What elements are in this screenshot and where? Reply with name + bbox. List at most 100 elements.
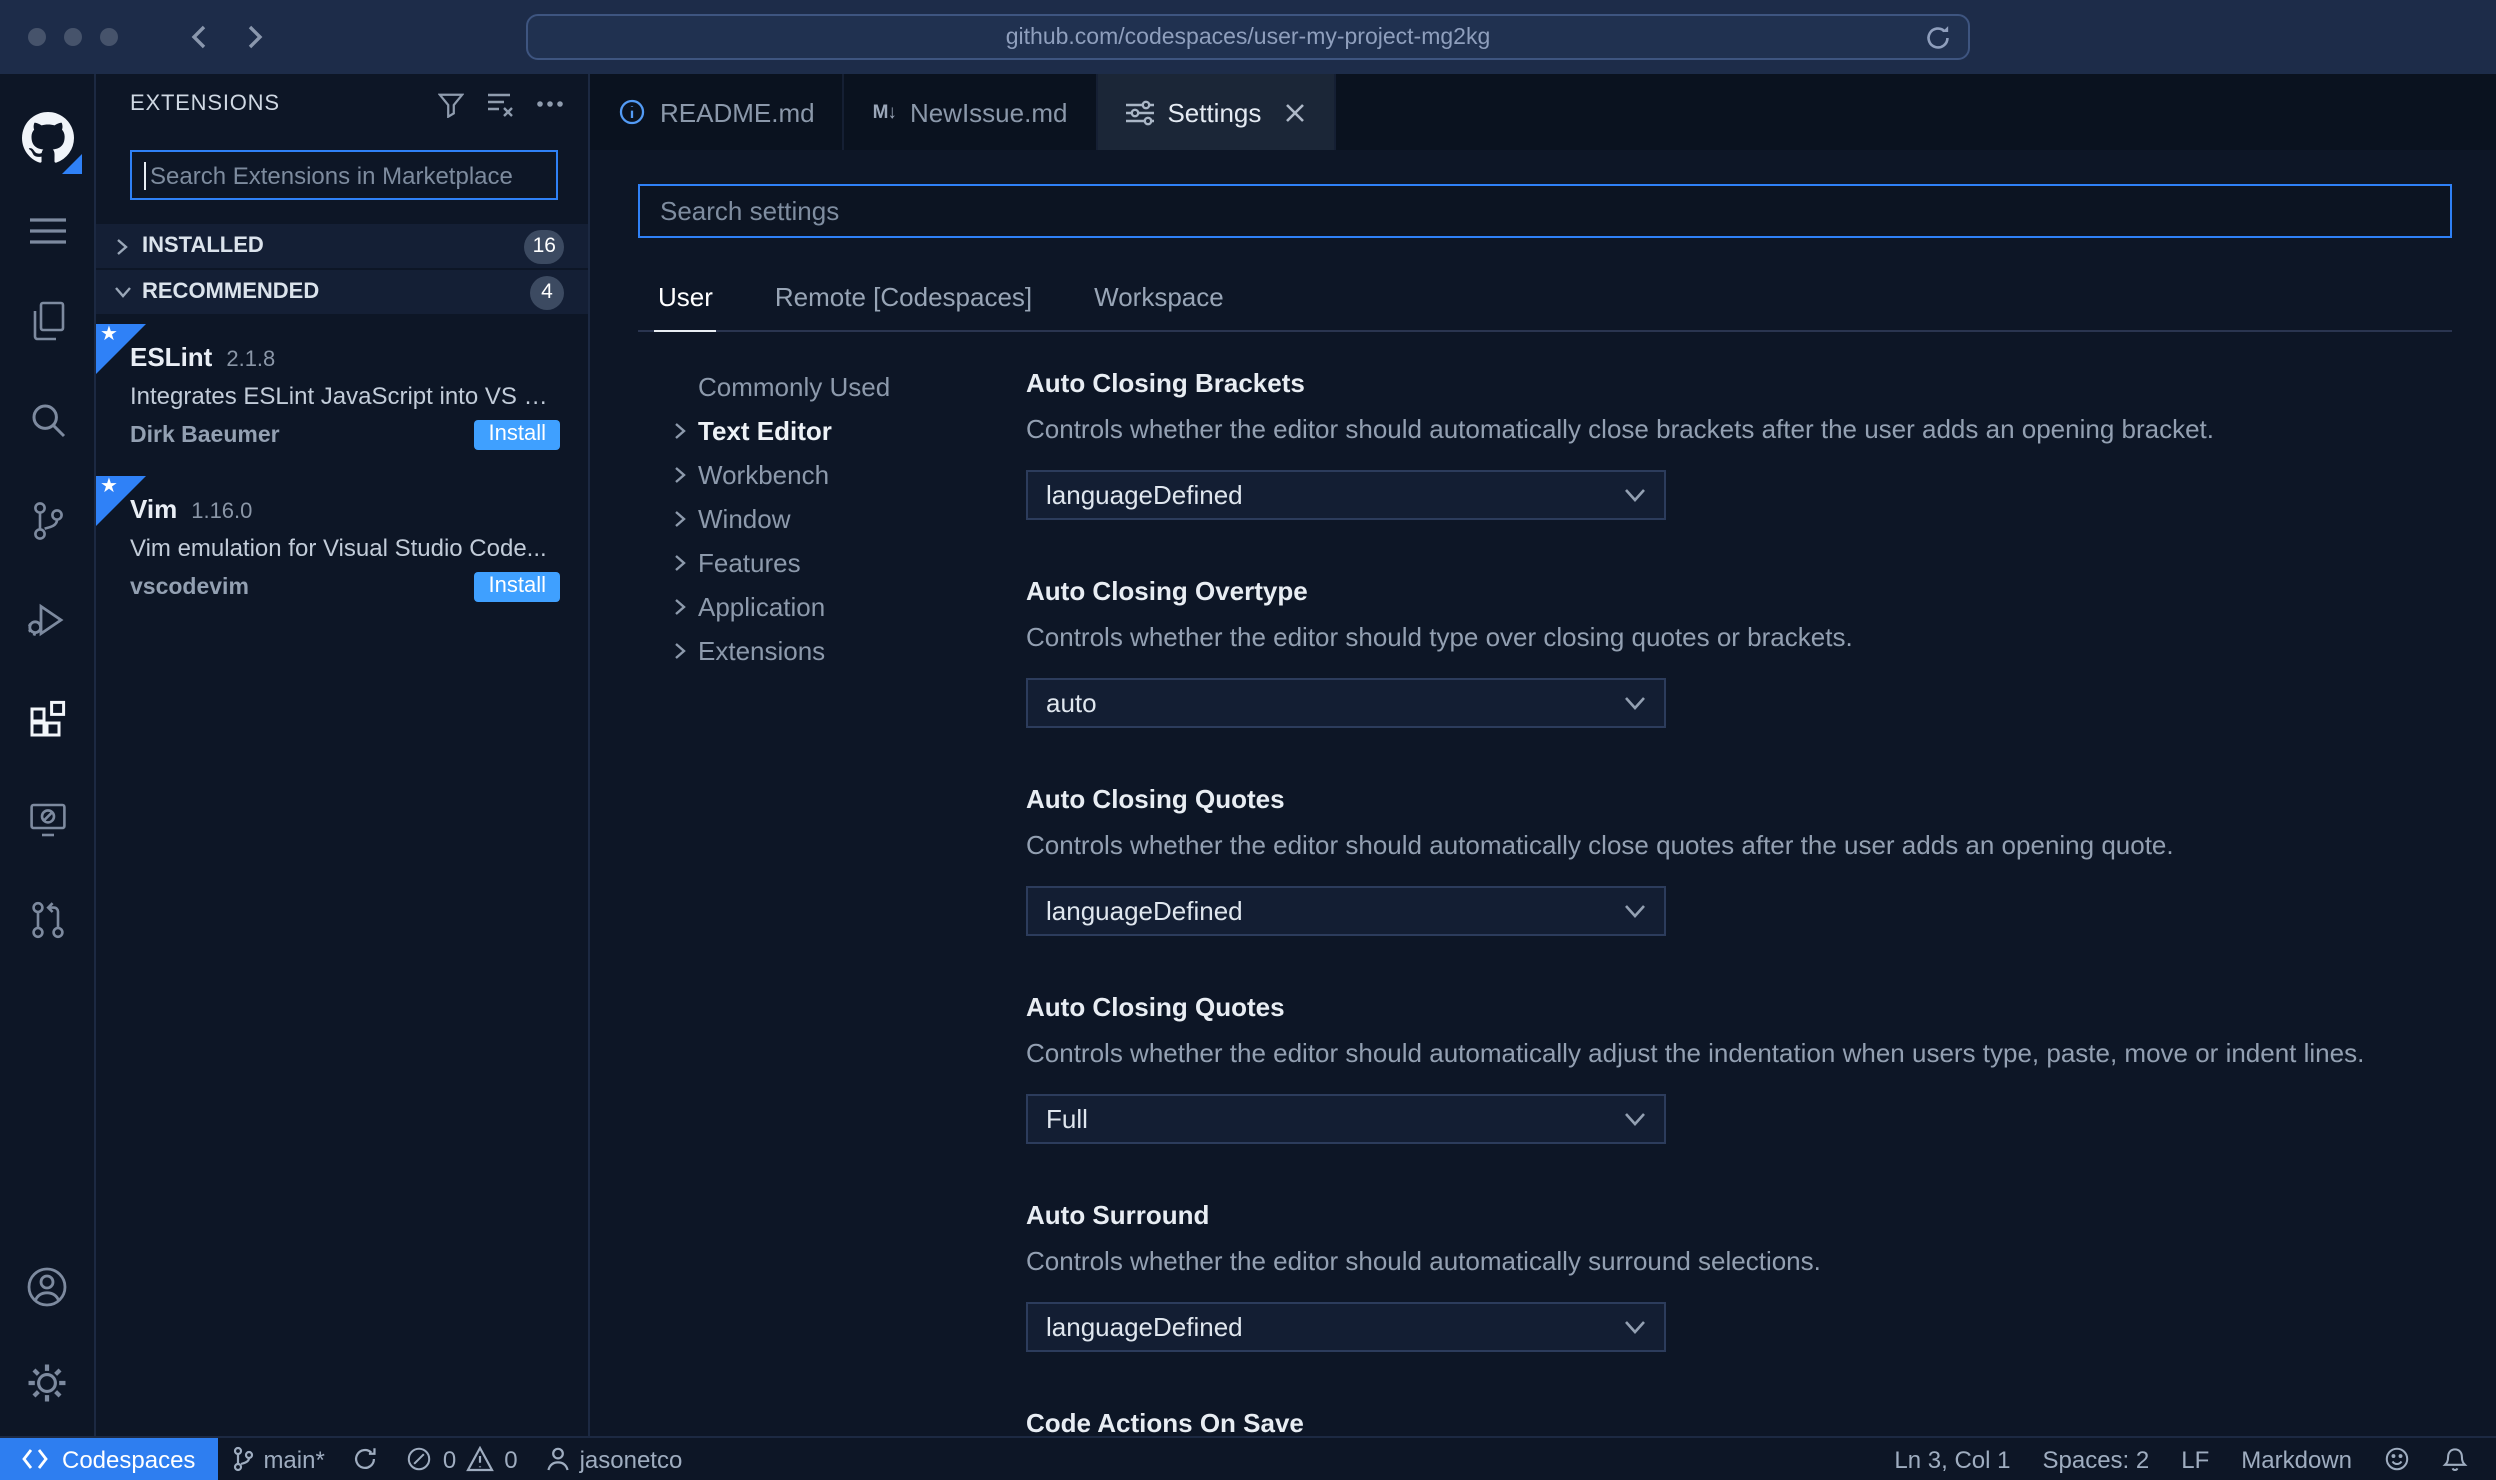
section-label: RECOMMENDED <box>142 280 320 304</box>
more-actions-button[interactable] <box>536 100 564 108</box>
chevron-right-icon <box>666 641 692 659</box>
section-installed[interactable]: INSTALLED 16 <box>96 224 588 268</box>
reload-button[interactable] <box>1924 24 1952 52</box>
sync-icon <box>355 1448 377 1469</box>
forward-button[interactable] <box>226 11 282 63</box>
menu-button[interactable] <box>0 190 95 270</box>
toc-features[interactable]: Features <box>666 540 1026 584</box>
tab-readme[interactable]: README.md <box>590 74 845 150</box>
section-label: INSTALLED <box>142 234 264 258</box>
toc-label: Window <box>698 503 791 533</box>
account-icon <box>27 1266 67 1306</box>
extensions-search-input[interactable]: Search Extensions in Marketplace <box>130 150 558 200</box>
sync-button[interactable] <box>339 1438 393 1480</box>
person-icon <box>546 1447 569 1471</box>
feedback-button[interactable] <box>2368 1438 2426 1480</box>
section-recommended[interactable]: RECOMMENDED 4 <box>96 270 588 314</box>
sidebar-item-source-control[interactable] <box>0 470 95 570</box>
toc-application[interactable]: Application <box>666 584 1026 628</box>
tab-newissue[interactable]: M↓ NewIssue.md <box>844 74 1098 150</box>
window-control-dot[interactable] <box>64 28 82 46</box>
cursor-position-button[interactable]: Ln 3, Col 1 <box>1878 1438 2026 1480</box>
notifications-button[interactable] <box>2426 1438 2484 1480</box>
close-icon[interactable] <box>1283 101 1305 123</box>
setting-description: Controls whether the editor should type … <box>1026 622 1853 652</box>
back-button[interactable] <box>170 11 226 63</box>
url-bar[interactable]: github.com/codespaces/user-my-project-mg… <box>526 14 1970 60</box>
remote-explorer-icon <box>29 803 65 837</box>
chevron-down-icon <box>1624 488 1646 502</box>
setting-auto-closing-brackets: Auto Closing Brackets Controls whether t… <box>1026 368 2452 520</box>
toc-text-editor[interactable]: Text Editor <box>666 408 1026 452</box>
filter-button[interactable] <box>438 91 464 117</box>
setting-auto-closing-overtype: Auto Closing Overtype Controls whether t… <box>1026 576 2452 728</box>
scope-remote-codespaces[interactable]: Remote [Codespaces] <box>771 268 1036 330</box>
extension-name: ESLint <box>130 342 213 372</box>
dropdown-value: languageDefined <box>1046 896 1243 926</box>
toc-window[interactable]: Window <box>666 496 1026 540</box>
setting-code-actions-on-save: Code Actions On Save <box>1026 1408 2452 1436</box>
extension-item-eslint[interactable]: ★ ESLint 2.1.8 Integrates ESLint JavaScr… <box>96 324 588 468</box>
manage-gear-button[interactable] <box>0 1336 95 1436</box>
run-debug-icon <box>27 603 64 637</box>
extensions-sidebar: EXTENSIONS Search Extensions in Marketpl… <box>96 74 590 1436</box>
sidebar-item-explorer[interactable] <box>0 270 95 370</box>
window-control-dot[interactable] <box>100 28 118 46</box>
install-button[interactable]: Install <box>474 572 560 602</box>
settings-scope-tabs: User Remote [Codespaces] Workspace <box>638 268 2452 332</box>
extension-version: 1.16.0 <box>191 500 253 524</box>
toc-label: Features <box>698 547 801 577</box>
problems-button[interactable]: 0 0 <box>393 1438 532 1480</box>
clear-list-icon <box>488 92 513 116</box>
scope-user[interactable]: User <box>654 268 717 332</box>
toc-workbench[interactable]: Workbench <box>666 452 1026 496</box>
extensions-search-placeholder: Search Extensions in Marketplace <box>150 161 513 189</box>
toc-commonly-used[interactable]: Commonly Used <box>666 364 1026 408</box>
dropdown-value: languageDefined <box>1046 1312 1243 1342</box>
sidebar-item-search[interactable] <box>0 370 95 470</box>
sidebar-item-pull-requests[interactable] <box>0 870 95 970</box>
warning-count: 0 <box>504 1445 518 1473</box>
setting-dropdown[interactable]: languageDefined <box>1026 470 1666 520</box>
settings-search-input[interactable]: Search settings <box>638 184 2452 238</box>
sidebar-item-remote-explorer[interactable] <box>0 770 95 870</box>
window-control-dot[interactable] <box>28 28 46 46</box>
settings-sliders-icon <box>1125 99 1154 125</box>
chevron-right-icon <box>666 465 692 483</box>
setting-auto-closing-quotes: Auto Closing Quotes Controls whether the… <box>1026 784 2452 936</box>
tab-settings[interactable]: Settings <box>1097 74 1336 150</box>
url-text: github.com/codespaces/user-my-project-mg… <box>1005 25 1491 49</box>
codespaces-label: Codespaces <box>62 1445 196 1473</box>
editor-tabs: README.md M↓ NewIssue.md Settings <box>590 74 2496 150</box>
branch-button[interactable]: main* <box>217 1438 338 1480</box>
scope-workspace[interactable]: Workspace <box>1090 268 1228 330</box>
language-mode-button[interactable]: Markdown <box>2225 1438 2368 1480</box>
install-button[interactable]: Install <box>474 420 560 450</box>
settings-search-placeholder: Search settings <box>660 196 840 226</box>
feedback-smiley-icon <box>2385 1447 2409 1471</box>
indentation-button[interactable]: Spaces: 2 <box>2027 1438 2166 1480</box>
setting-dropdown[interactable]: languageDefined <box>1026 1302 1666 1352</box>
codespaces-button[interactable]: Codespaces <box>0 1438 218 1480</box>
setting-dropdown[interactable]: Full <box>1026 1094 1666 1144</box>
user-status-button[interactable]: jasonetco <box>532 1438 697 1480</box>
clear-search-results-button[interactable] <box>486 91 514 117</box>
sidebar-item-extensions[interactable] <box>0 670 95 770</box>
pull-request-icon <box>31 901 63 939</box>
setting-dropdown[interactable]: languageDefined <box>1026 886 1666 936</box>
section-count-badge: 4 <box>530 275 564 309</box>
ellipsis-icon <box>537 101 563 107</box>
eol-button[interactable]: LF <box>2165 1438 2225 1480</box>
setting-auto-surround: Auto Surround Controls whether the edito… <box>1026 1200 2452 1352</box>
chevron-right-icon <box>247 25 262 49</box>
chevron-down-icon <box>1624 904 1646 918</box>
sidebar-item-run-debug[interactable] <box>0 570 95 670</box>
account-button[interactable] <box>0 1236 95 1336</box>
toc-extensions[interactable]: Extensions <box>666 628 1026 672</box>
reload-icon <box>1927 26 1949 49</box>
section-count-badge: 16 <box>524 229 564 263</box>
setting-dropdown[interactable]: auto <box>1026 678 1666 728</box>
extension-item-vim[interactable]: ★ Vim 1.16.0 Vim emulation for Visual St… <box>96 476 588 620</box>
tab-label: Settings <box>1167 97 1262 127</box>
vscode-wedge-icon <box>61 154 81 174</box>
